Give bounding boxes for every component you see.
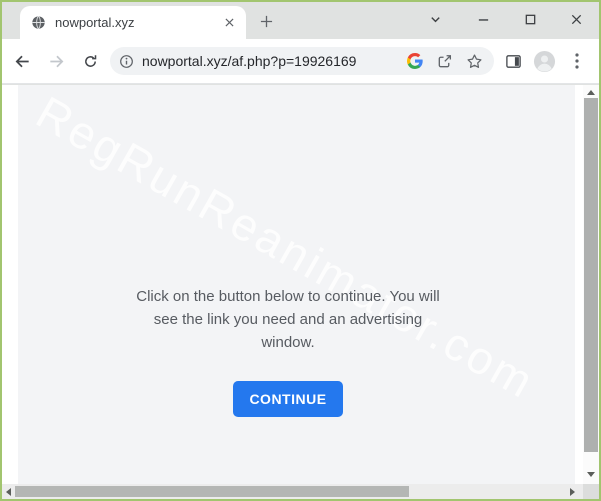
url-text: nowportal.xyz/af.php?p=19926169 [142, 53, 366, 69]
globe-favicon-icon [31, 15, 46, 30]
profile-avatar-button[interactable] [531, 47, 557, 75]
star-icon [466, 53, 483, 70]
arrow-left-icon [13, 52, 32, 71]
google-g-button[interactable] [407, 53, 423, 69]
bookmark-star-button[interactable] [466, 53, 483, 70]
new-tab-button[interactable] [254, 9, 278, 33]
toolbar: nowportal.xyz/af.php?p=19926169 [2, 39, 599, 84]
window-chevron-button[interactable] [423, 7, 447, 31]
instruction-line: Click on the button below to continue. Y… [58, 285, 518, 308]
menu-button[interactable] [563, 47, 591, 75]
window-minimize-button[interactable] [471, 7, 495, 31]
scroll-up-arrow-icon[interactable] [587, 90, 595, 95]
address-bar[interactable]: nowportal.xyz/af.php?p=19926169 [110, 47, 494, 75]
share-icon [436, 53, 453, 70]
vertical-scrollbar[interactable] [583, 85, 599, 484]
horizontal-scrollbar-thumb[interactable] [15, 486, 409, 497]
arrow-right-icon [47, 52, 66, 71]
horizontal-scrollbar[interactable] [2, 484, 583, 499]
vertical-scrollbar-thumb[interactable] [584, 98, 598, 452]
info-icon [119, 54, 134, 69]
watermark-text: RegRunReanimator.com [27, 85, 544, 410]
site-info-button[interactable] [119, 54, 134, 69]
reload-button[interactable] [76, 47, 104, 75]
avatar-icon [533, 50, 556, 73]
close-icon [570, 13, 583, 26]
scroll-down-arrow-icon[interactable] [587, 472, 595, 477]
browser-tab[interactable]: nowportal.xyz [20, 6, 246, 39]
page-viewport: RegRunReanimator.com Click on the button… [2, 85, 599, 484]
instruction-line: see the link you need and an advertising [58, 308, 518, 331]
minimize-icon [477, 13, 490, 26]
tab-bar: nowportal.xyz [2, 2, 599, 39]
three-dot-menu-icon [575, 53, 579, 69]
maximize-icon [524, 13, 537, 26]
side-panel-button[interactable] [499, 47, 527, 75]
tab-title: nowportal.xyz [55, 15, 220, 30]
page-background: RegRunReanimator.com Click on the button… [18, 85, 575, 484]
browser-window: nowportal.xyz [0, 0, 601, 501]
reload-icon [82, 53, 99, 70]
window-close-button[interactable] [564, 7, 588, 31]
scroll-right-arrow-icon[interactable] [570, 488, 575, 496]
side-panel-icon [505, 53, 522, 70]
instruction-line: window. [58, 331, 518, 354]
plus-icon [260, 15, 273, 28]
window-maximize-button[interactable] [518, 7, 542, 31]
scrollbar-corner [583, 484, 599, 499]
forward-button[interactable] [42, 47, 70, 75]
share-button[interactable] [436, 53, 453, 70]
google-g-icon [407, 53, 423, 69]
instruction-text: Click on the button below to continue. Y… [58, 285, 518, 354]
chevron-down-icon [429, 13, 442, 26]
close-icon [225, 18, 234, 27]
tab-close-button[interactable] [220, 14, 238, 32]
continue-button[interactable]: CONTINUE [233, 381, 343, 417]
back-button[interactable] [8, 47, 36, 75]
scroll-left-arrow-icon[interactable] [6, 488, 11, 496]
